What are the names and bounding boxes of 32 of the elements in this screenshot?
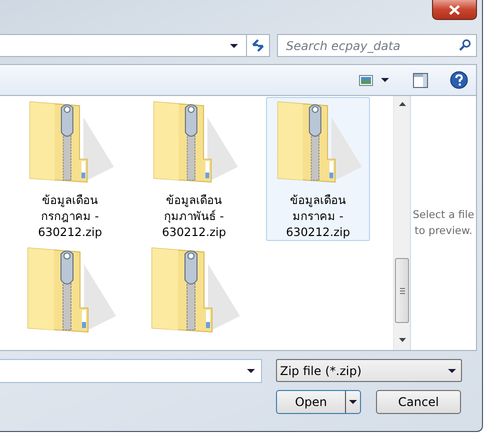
preview-pane-button[interactable]: [413, 72, 428, 88]
pane-icon: [413, 72, 428, 88]
scrollbar[interactable]: [393, 96, 410, 350]
scroll-thumb[interactable]: [395, 258, 409, 323]
close-icon: [449, 4, 460, 14]
scroll-up-icon: [398, 102, 406, 106]
caret-icon: [381, 78, 389, 82]
search-field[interactable]: Search ecpay_data: [277, 34, 477, 57]
refresh-icon: [251, 39, 265, 52]
preview-message: Select a file to preview.: [412, 208, 476, 239]
cancel-button[interactable]: Cancel: [376, 390, 461, 414]
caret-icon: [448, 368, 456, 372]
file-item[interactable]: ข้อมูลเดือน กรกฎาคม - 630212.zip: [18, 97, 122, 241]
scroll-down-icon: [398, 338, 406, 342]
file-name: ข้อมูลเดือน มกราคม - 630212.zip: [286, 192, 350, 240]
grip-icon: [400, 288, 404, 294]
caret-icon: [230, 44, 238, 48]
file-name: ข้อมูลเดือน กุมภาพันธ์ - 630212.zip: [162, 192, 226, 240]
view-icon: [359, 74, 373, 86]
file-type-dropdown[interactable]: Zip file (*.zip): [276, 359, 462, 382]
file-item[interactable]: ข้อมูลเดือน กุมภาพันธ์ - 630212.zip: [142, 97, 246, 241]
file-name-field[interactable]: [0, 359, 262, 383]
close-button[interactable]: [432, 0, 477, 20]
file-name: ข้อมูลเดือน กรกฎาคม - 630212.zip: [38, 192, 102, 240]
help-icon: [450, 71, 468, 89]
help-button[interactable]: [450, 71, 468, 89]
view-menu-button[interactable]: [359, 74, 389, 86]
caret-icon: [247, 369, 255, 373]
open-button[interactable]: Open: [276, 390, 361, 414]
file-item[interactable]: ข้อมูลเดือน มกราคม - 630212.zip: [266, 97, 370, 241]
caret-icon: [349, 400, 357, 404]
search-icon: [459, 39, 471, 51]
